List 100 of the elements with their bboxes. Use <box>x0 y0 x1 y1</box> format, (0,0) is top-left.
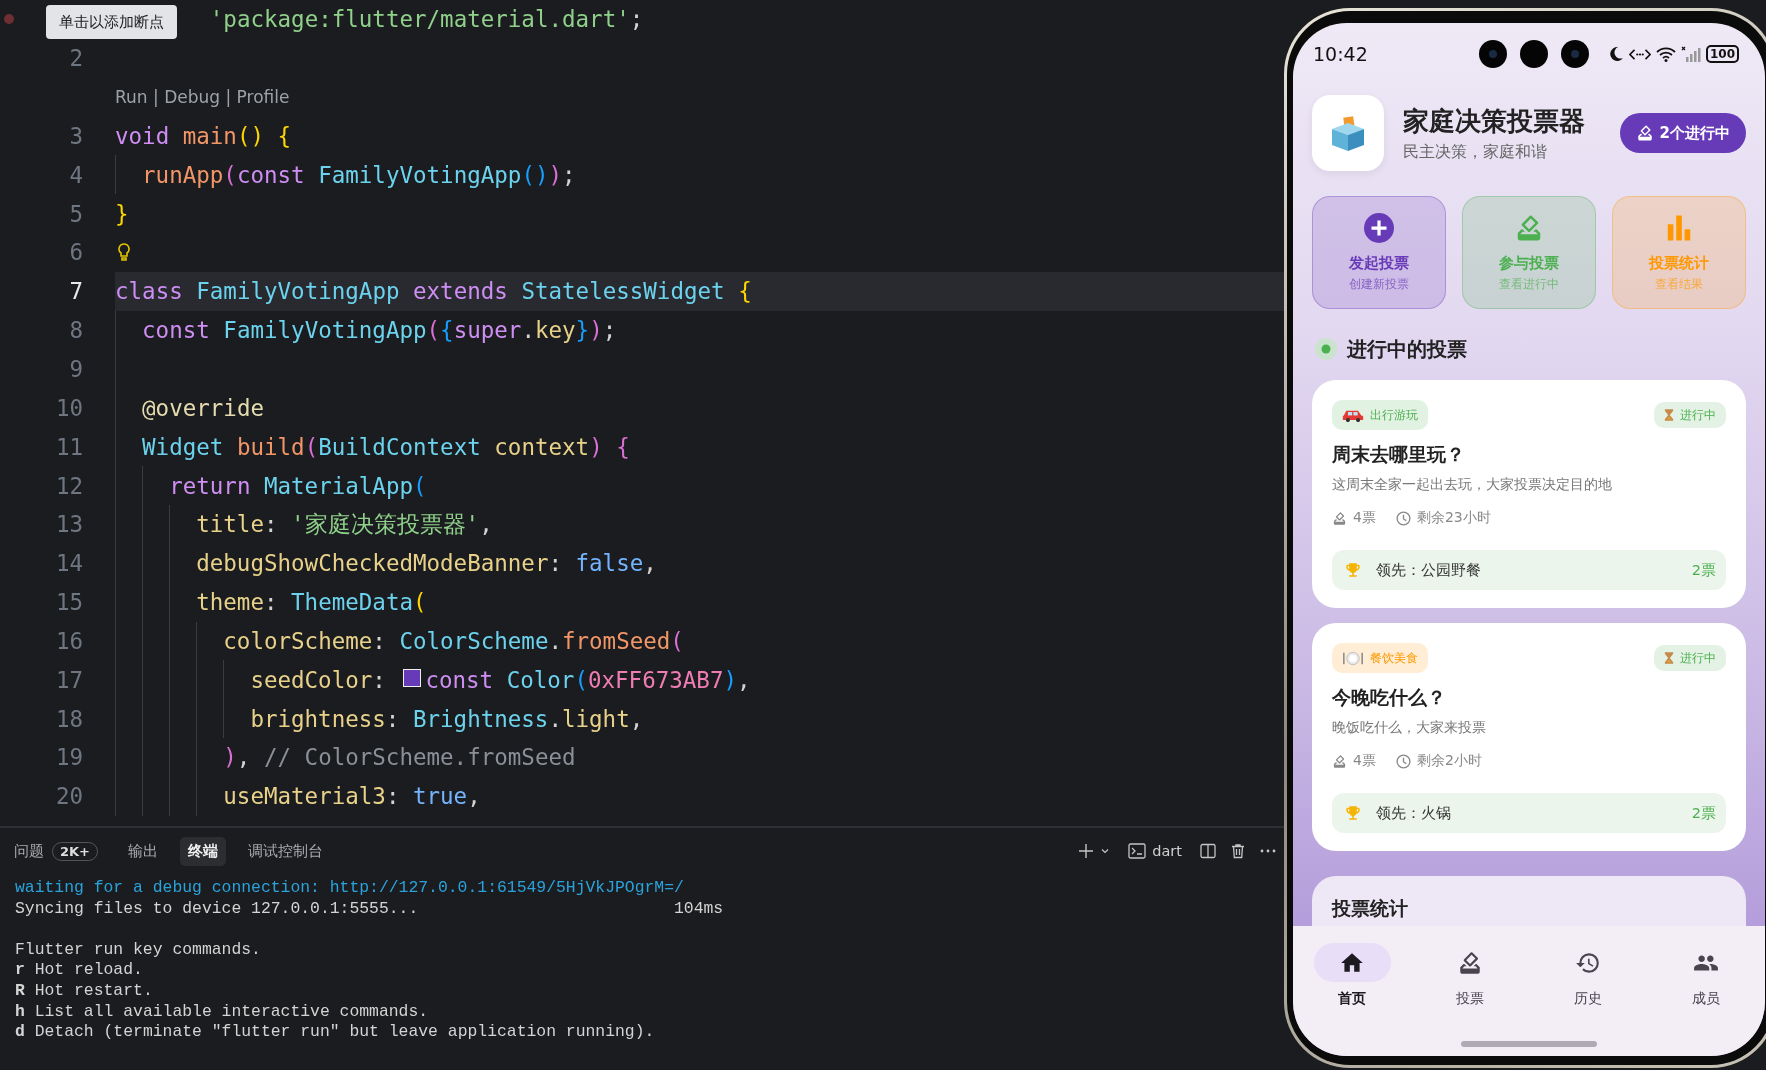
line-number: 3 <box>69 122 83 149</box>
category-tag: 出行游玩 <box>1332 400 1428 430</box>
category-tag: 餐饮美食 <box>1332 643 1428 673</box>
leading-votes: 2票 <box>1691 803 1716 823</box>
codelens-links[interactable]: Run | Debug | Profile <box>115 87 290 108</box>
panel-tab[interactable]: 调试控制台 <box>240 836 331 866</box>
nav-tab[interactable]: 历史 <box>1529 943 1647 1008</box>
line-number: 15 <box>55 589 83 616</box>
vote-count: 4票 <box>1353 752 1376 770</box>
moon-icon <box>1607 46 1624 62</box>
line-number: 19 <box>55 744 83 771</box>
plate-icon <box>1342 650 1364 666</box>
terminal-line: waiting for a debug connection: http://127.0.0.1:61549/5HjVkJPOgrM=/ <box>15 878 685 899</box>
trash-icon[interactable] <box>1230 843 1246 859</box>
time-remaining: 剩余23小时 <box>1416 509 1491 527</box>
poll-card[interactable]: 餐饮美食 进行中 今晚吃什么？ 晚饭吃什么，大家来投票 4票 剩余2小时 领先：火锅 2票 <box>1312 623 1746 851</box>
ballot-icon <box>1457 949 1483 976</box>
code-line: ), // ColorScheme.fromSeed <box>223 744 576 771</box>
panel-tab[interactable]: 终端 <box>180 836 226 866</box>
color-swatch-icon[interactable] <box>403 668 422 687</box>
code-line: useMaterial3: true, <box>223 783 481 810</box>
plus-circle-icon <box>1364 212 1394 243</box>
leading-votes: 2票 <box>1691 560 1716 580</box>
line-number: 4 <box>69 161 83 188</box>
poll-description: 晚饭吃什么，大家来投票 <box>1332 719 1487 737</box>
signal-icon <box>1680 46 1701 62</box>
code-line: theme: ThemeData( <box>196 589 427 616</box>
terminal-button[interactable]: dart <box>1124 843 1186 859</box>
line-number: 16 <box>55 627 83 654</box>
ballot-icon <box>1635 124 1654 142</box>
plus-icon[interactable] <box>1078 843 1095 859</box>
code-line: } <box>115 200 129 227</box>
poll-title: 周末去哪里玩？ <box>1332 442 1466 467</box>
nav-tab[interactable]: 成员 <box>1647 943 1765 1008</box>
line-number: 18 <box>55 705 83 732</box>
code-line: Widget build(BuildContext context) { <box>142 433 630 460</box>
wifi-icon <box>1655 46 1676 62</box>
code-line: const Color(0xFF673AB7), <box>425 666 751 693</box>
terminal-line: Syncing files to device 127.0.0.1:5555... 104ms <box>15 898 725 920</box>
hourglass-icon <box>1664 408 1674 422</box>
trophy-icon <box>1344 804 1362 822</box>
terminal-line: R Hot restart. <box>15 980 154 1002</box>
line-number: 7 <box>69 278 83 305</box>
code-line: void main() { <box>115 122 292 149</box>
chevron-down-icon[interactable] <box>1100 846 1111 856</box>
tooltip: 单击以添加断点 <box>46 5 177 39</box>
panel-tab[interactable]: 问题 2K+ <box>6 836 106 866</box>
lightbulb-icon[interactable] <box>117 243 131 262</box>
more-icon[interactable] <box>1260 849 1276 853</box>
trophy-icon <box>1344 561 1362 579</box>
code-line: class FamilyVotingApp extends StatelessWidget { <box>115 278 752 305</box>
code-line: return MaterialApp( <box>169 472 427 499</box>
line-number: 12 <box>55 472 83 499</box>
battery-indicator: 100 <box>1705 45 1739 63</box>
nav-tab[interactable]: 首页 <box>1293 943 1411 1008</box>
panel-tab[interactable]: 输出 <box>120 836 166 866</box>
code-line: debugShowCheckedModeBanner: false, <box>196 550 657 577</box>
car-icon <box>1342 408 1364 422</box>
code-line: runApp(const FamilyVotingApp()); <box>142 161 576 188</box>
line-number: 11 <box>55 433 83 460</box>
terminal-line: h List all available interactive commands. <box>15 1001 430 1023</box>
status-pill: 进行中 <box>1654 402 1726 428</box>
code-line: colorScheme: ColorScheme.fromSeed( <box>223 627 684 654</box>
ballot-icon <box>1332 753 1347 769</box>
code-line: brightness: Brightness.light, <box>250 705 644 732</box>
nav-tab[interactable]: 投票 <box>1411 943 1529 1008</box>
time-remaining: 剩余2小时 <box>1416 752 1482 770</box>
line-number: 9 <box>69 356 83 382</box>
vote-count: 4票 <box>1353 509 1376 527</box>
line-number: 8 <box>69 317 83 344</box>
ballot-icon <box>1332 510 1347 526</box>
terminal-line: r Hot reload. <box>15 960 144 981</box>
code-line: seedColor: <box>250 666 387 693</box>
code-line: 'package:flutter/material.dart'; <box>209 6 644 33</box>
split-icon[interactable] <box>1200 843 1216 859</box>
section-title: 进行中的投票 <box>1347 335 1467 363</box>
status-time: 10:42 <box>1313 43 1368 65</box>
active-polls-button[interactable]: 2个进行中 <box>1619 113 1746 153</box>
app-title: 家庭决策投票器 <box>1403 104 1585 138</box>
line-number: 13 <box>55 511 83 538</box>
line-number: 2 <box>69 45 83 72</box>
poll-description: 这周末全家一起出去玩，大家投票决定目的地 <box>1332 476 1613 494</box>
poll-title: 今晚吃什么？ <box>1332 685 1447 710</box>
clock-icon <box>1395 753 1411 769</box>
line-number: 10 <box>55 394 83 421</box>
leading-option: 领先：火锅 <box>1376 803 1451 823</box>
terminal-icon <box>1128 843 1147 859</box>
stats-card-title: 投票统计 <box>1332 897 1408 919</box>
terminal-line: Flutter run key commands. <box>15 939 262 961</box>
line-number: 14 <box>55 550 83 577</box>
hourglass-icon <box>1664 651 1674 665</box>
app-subtitle: 民主决策，家庭和谐 <box>1403 141 1548 163</box>
code-line: const FamilyVotingApp({super.key}); <box>142 317 617 344</box>
poll-card[interactable]: 出行游玩 进行中 周末去哪里玩？ 这周末全家一起出去玩，大家投票决定目的地 4票 剩余23小时 领先：公园野餐 2票 <box>1312 380 1746 608</box>
status-pill: 进行中 <box>1654 645 1726 671</box>
line-number: 6 <box>69 239 83 266</box>
code-line: @override <box>142 394 264 421</box>
action-card[interactable]: 发起投票 创建新投票 <box>1312 196 1446 309</box>
clock-icon <box>1395 510 1411 526</box>
code-line: title: '家庭决策投票器', <box>196 509 493 539</box>
